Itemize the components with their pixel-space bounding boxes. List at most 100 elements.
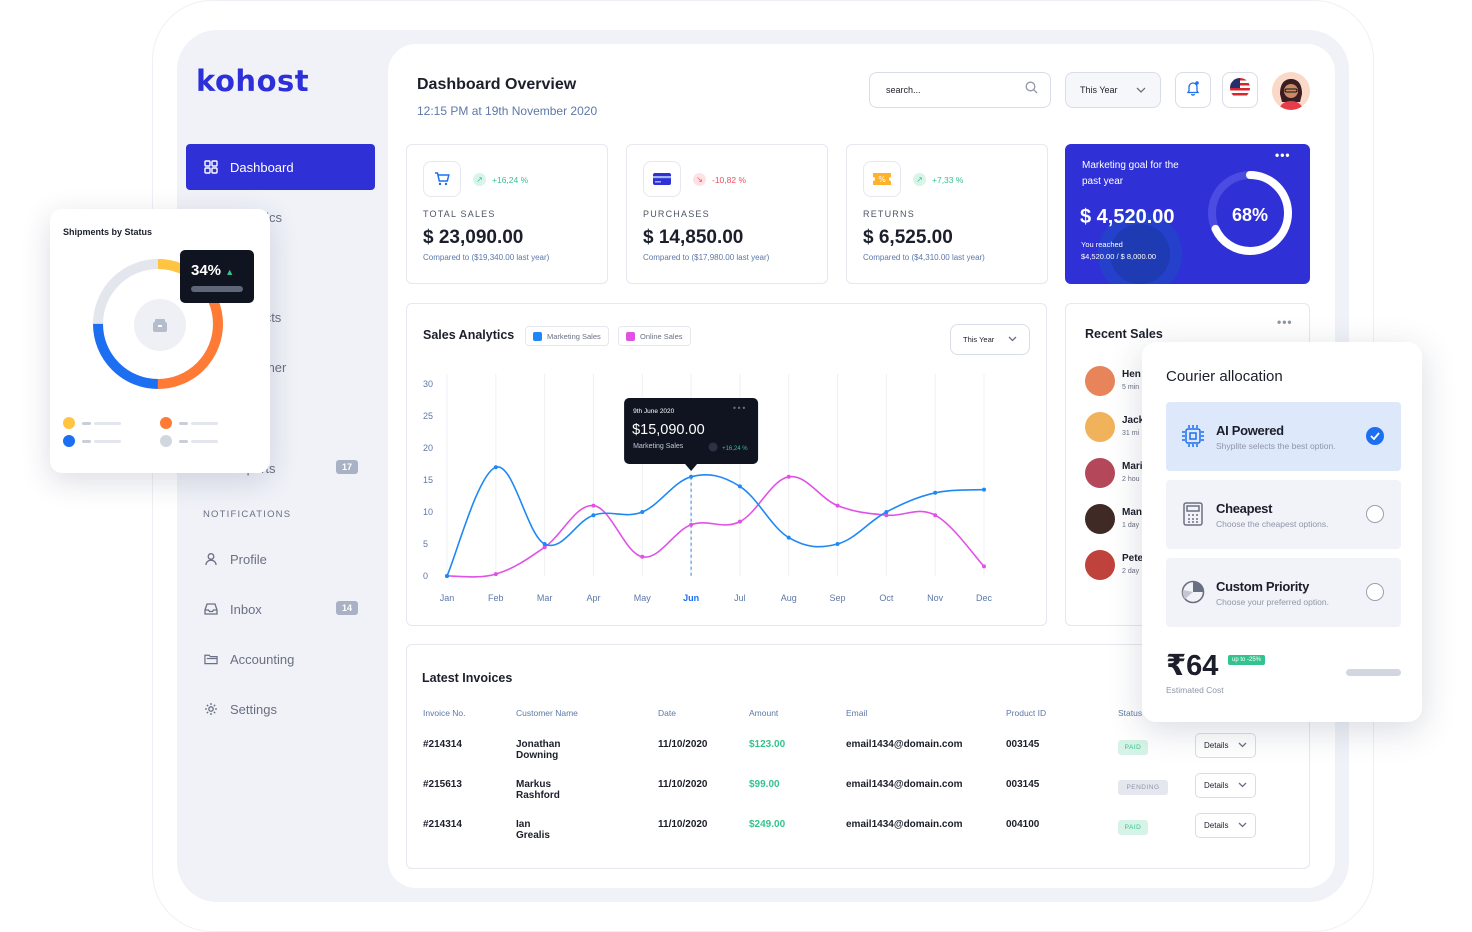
data-point[interactable]: [591, 513, 596, 518]
stat-card-total-sales[interactable]: ↗ +16,24 % TOTAL SALES $ 23,090.00 Compa…: [406, 144, 608, 284]
tooltip-placeholder-bar: [191, 286, 243, 292]
courier-option-ai-powered[interactable]: AI Powered Shyplite selects the best opt…: [1166, 402, 1401, 471]
notifications-section-label: NOTIFICATIONS: [203, 509, 292, 520]
column-header[interactable]: Customer Name: [516, 708, 578, 718]
courier-option-custom-priority[interactable]: Custom Priority Choose your preferred op…: [1166, 558, 1401, 627]
sidebar-item-label: Inbox: [230, 601, 262, 617]
cart-icon: [423, 161, 461, 197]
more-icon[interactable]: •••: [1277, 315, 1293, 329]
shipments-percent: 34% ▲: [191, 262, 235, 279]
data-point[interactable]: [786, 474, 791, 479]
data-point[interactable]: [689, 522, 694, 527]
series-line-online-sales[interactable]: [446, 475, 985, 578]
user-avatar[interactable]: [1272, 72, 1310, 110]
courier-option-name: Cheapest: [1216, 501, 1273, 516]
period-select-value: This Year: [1080, 85, 1118, 95]
details-button[interactable]: Details: [1195, 813, 1256, 838]
marketing-goal-card[interactable]: Marketing goal for the past year $ 4,520…: [1065, 144, 1310, 284]
sidebar-item-accounting[interactable]: Accounting: [186, 636, 375, 682]
data-point[interactable]: [445, 574, 449, 578]
data-point[interactable]: [591, 503, 596, 508]
x-tick-label: Mar: [537, 593, 553, 603]
notifications-button[interactable]: [1175, 72, 1211, 108]
sidebar-item-inbox[interactable]: Inbox 14: [186, 586, 375, 632]
recent-sales-title: Recent Sales: [1085, 327, 1163, 341]
legend-dot: [160, 417, 172, 429]
status-badge: PENDING: [1118, 780, 1168, 795]
table-cell-customer: Jonathan Downing: [516, 739, 561, 761]
logo[interactable]: kohost: [196, 64, 309, 98]
x-tick-label: Feb: [488, 593, 504, 603]
details-button[interactable]: Details: [1195, 773, 1256, 798]
data-point[interactable]: [835, 503, 840, 508]
y-tick-label: 15: [423, 475, 433, 485]
table-cell-email: email1434@domain.com: [846, 779, 963, 790]
data-point[interactable]: [884, 510, 889, 514]
details-button[interactable]: Details: [1195, 733, 1256, 758]
us-flag-icon: [1229, 77, 1251, 104]
tooltip-date: 9th June 2020: [633, 408, 675, 415]
customer-avatar: [1085, 412, 1115, 442]
table-cell-date: 11/10/2020: [658, 819, 708, 830]
radio-button[interactable]: [1366, 583, 1384, 601]
pie-icon: [1180, 579, 1206, 605]
estimated-cost-value: ₹64: [1166, 650, 1219, 682]
data-point[interactable]: [835, 542, 840, 546]
table-cell-no: #214314: [423, 819, 462, 830]
column-header[interactable]: Product ID: [1006, 708, 1046, 718]
data-point[interactable]: [982, 564, 986, 569]
language-button[interactable]: [1222, 72, 1258, 108]
data-point[interactable]: [493, 465, 498, 470]
sales-line-chart: 0 5 10 15 20 25 30 Jan Feb Mar Apr May Jun Jul Aug Sep O…: [423, 374, 992, 603]
grid-icon: [204, 160, 218, 174]
y-tick-label: 0: [423, 571, 428, 581]
courier-option-cheapest[interactable]: Cheapest Choose the cheapest options.: [1166, 480, 1401, 549]
data-point[interactable]: [689, 474, 694, 479]
sidebar-item-settings[interactable]: Settings: [186, 686, 375, 732]
table-cell-no: #215613: [423, 779, 462, 790]
sale-time: 31 mi: [1122, 430, 1140, 437]
table-cell-amount: $99.00: [749, 779, 780, 790]
data-point[interactable]: [640, 554, 645, 559]
column-header[interactable]: Invoice No.: [423, 708, 466, 718]
data-point[interactable]: [982, 487, 986, 492]
data-point[interactable]: [737, 519, 742, 524]
stat-label: TOTAL SALES: [423, 209, 496, 219]
column-header[interactable]: Date: [658, 708, 676, 718]
data-point[interactable]: [542, 542, 547, 546]
search-box[interactable]: [869, 72, 1051, 108]
table-cell-product: 003145: [1006, 779, 1040, 790]
data-point[interactable]: [786, 535, 791, 540]
more-icon[interactable]: •••: [732, 404, 746, 413]
courier-option-name: AI Powered: [1216, 423, 1284, 438]
customer-avatar: [1085, 550, 1115, 580]
stat-card-returns[interactable]: % ↗ +7,33 % RETURNS $ 6,525.00 Compared …: [846, 144, 1048, 284]
data-point[interactable]: [933, 513, 938, 518]
stat-card-purchases[interactable]: ↘ -10,82 % PURCHASES $ 14,850.00 Compare…: [626, 144, 828, 284]
search-input[interactable]: [886, 85, 1025, 95]
radio-button[interactable]: [1366, 505, 1384, 523]
y-tick-label: 30: [423, 379, 433, 389]
data-point[interactable]: [737, 484, 742, 489]
sidebar-item-dashboard[interactable]: Dashboard: [186, 144, 375, 190]
column-header[interactable]: Email: [846, 708, 867, 718]
data-point[interactable]: [493, 572, 498, 577]
legend-dot: [63, 435, 75, 447]
data-point[interactable]: [640, 510, 645, 514]
chevron-down-icon: [1238, 781, 1247, 790]
y-tick-label: 20: [423, 443, 433, 453]
column-header[interactable]: Status: [1118, 708, 1142, 718]
sale-time: 2 hou: [1122, 476, 1140, 483]
data-point[interactable]: [933, 490, 938, 495]
legend-placeholder: [191, 422, 218, 425]
user-icon: [204, 552, 218, 566]
column-header[interactable]: Amount: [749, 708, 778, 718]
more-icon[interactable]: •••: [1275, 148, 1291, 162]
search-icon[interactable]: [1025, 81, 1038, 99]
trend-value: -10,82 %: [712, 174, 747, 185]
check-icon[interactable]: [1366, 427, 1384, 445]
period-select[interactable]: This Year: [1065, 72, 1161, 108]
sidebar-item-profile[interactable]: Profile: [186, 536, 375, 582]
discount-badge: up to -25%: [1228, 655, 1266, 665]
customer-avatar: [1085, 366, 1115, 396]
